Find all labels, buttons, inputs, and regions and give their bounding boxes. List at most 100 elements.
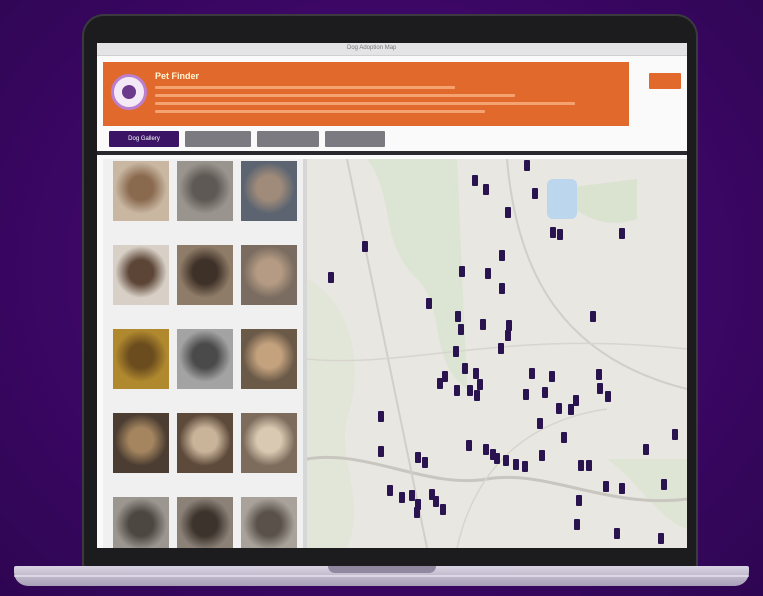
map-pin-icon[interactable]: [328, 272, 334, 283]
map-pin-icon[interactable]: [523, 389, 529, 400]
map-pin-icon[interactable]: [561, 432, 567, 443]
gallery-thumbnail[interactable]: [241, 329, 297, 399]
header-divider: [97, 151, 687, 155]
map-pin-icon[interactable]: [433, 496, 439, 507]
map-pin-icon[interactable]: [399, 492, 405, 503]
map-pin-icon[interactable]: [578, 460, 584, 471]
map-pin-icon[interactable]: [661, 479, 667, 490]
map-pin-icon[interactable]: [619, 483, 625, 494]
map-pin-icon[interactable]: [499, 250, 505, 261]
map-pin-icon[interactable]: [498, 343, 504, 354]
map-pin-icon[interactable]: [614, 528, 620, 539]
map-pin-icon[interactable]: [437, 378, 443, 389]
gallery-thumbnail[interactable]: [113, 497, 169, 548]
map-pin-icon[interactable]: [454, 385, 460, 396]
map-pin-icon[interactable]: [387, 485, 393, 496]
tab-bar: Dog Gallery: [103, 131, 683, 147]
map-pin-icon[interactable]: [513, 459, 519, 470]
map-pin-icon[interactable]: [362, 241, 368, 252]
app-banner: Pet Finder: [103, 62, 629, 126]
map-pin-icon[interactable]: [603, 481, 609, 492]
tab-3[interactable]: [257, 131, 319, 147]
map-pin-icon[interactable]: [414, 507, 420, 518]
map-pin-icon[interactable]: [467, 385, 473, 396]
map-pin-icon[interactable]: [453, 346, 459, 357]
gallery-thumbnail[interactable]: [241, 161, 297, 231]
gallery-thumbnail[interactable]: [177, 413, 233, 483]
map-pin-icon[interactable]: [499, 283, 505, 294]
gallery-thumbnail[interactable]: [241, 245, 297, 315]
map-pin-icon[interactable]: [415, 452, 421, 463]
map-pin-icon[interactable]: [483, 444, 489, 455]
banner-text-line: [155, 86, 455, 89]
map-pin-icon[interactable]: [590, 311, 596, 322]
gallery-thumbnail[interactable]: [113, 329, 169, 399]
map-pin-icon[interactable]: [378, 411, 384, 422]
map-pin-icon[interactable]: [532, 188, 538, 199]
map-pin-icon[interactable]: [494, 453, 500, 464]
map-pin-icon[interactable]: [422, 457, 428, 468]
map-pin-icon[interactable]: [658, 533, 664, 544]
gallery-thumbnail[interactable]: [177, 329, 233, 399]
map-pin-icon[interactable]: [539, 450, 545, 461]
map-pin-icon[interactable]: [505, 330, 511, 341]
map-pin-icon[interactable]: [672, 429, 678, 440]
map-pin-icon[interactable]: [483, 184, 489, 195]
dog-photo-icon: [241, 245, 297, 305]
map-pin-icon[interactable]: [485, 268, 491, 279]
map-pin-icon[interactable]: [605, 391, 611, 402]
map-pin-icon[interactable]: [378, 446, 384, 457]
map-pin-icon[interactable]: [480, 319, 486, 330]
gallery-thumbnail[interactable]: [241, 413, 297, 483]
map-pin-icon[interactable]: [537, 418, 543, 429]
map-pin-icon[interactable]: [474, 390, 480, 401]
map-pin-icon[interactable]: [458, 324, 464, 335]
tab-4[interactable]: [325, 131, 385, 147]
banner-text-line: [155, 94, 515, 97]
map-pin-icon[interactable]: [505, 207, 511, 218]
map-pin-icon[interactable]: [503, 455, 509, 466]
gallery-thumbnail[interactable]: [177, 497, 233, 548]
gallery-thumbnail[interactable]: [113, 245, 169, 315]
map-pin-icon[interactable]: [524, 160, 530, 171]
map-pin-icon[interactable]: [472, 175, 478, 186]
app-logo-icon[interactable]: [111, 74, 147, 110]
tab-2[interactable]: [185, 131, 251, 147]
map-pin-icon[interactable]: [550, 227, 556, 238]
map-pin-icon[interactable]: [556, 403, 562, 414]
map-pin-icon[interactable]: [596, 369, 602, 380]
dog-photo-icon: [177, 161, 233, 221]
map-pin-icon[interactable]: [459, 266, 465, 277]
map-pin-icon[interactable]: [477, 379, 483, 390]
gallery-thumbnail[interactable]: [113, 413, 169, 483]
thumbnail-caption: [113, 391, 169, 396]
map-pin-icon[interactable]: [574, 519, 580, 530]
map-pin-icon[interactable]: [466, 440, 472, 451]
map-pin-icon[interactable]: [576, 495, 582, 506]
map-pin-icon[interactable]: [473, 368, 479, 379]
map-pin-icon[interactable]: [549, 371, 555, 382]
map-pin-icon[interactable]: [462, 363, 468, 374]
dog-photo-icon: [241, 497, 297, 548]
map-pin-icon[interactable]: [597, 383, 603, 394]
gallery-thumbnail[interactable]: [113, 161, 169, 231]
map-pin-icon[interactable]: [542, 387, 548, 398]
map-pin-icon[interactable]: [643, 444, 649, 455]
gallery-thumbnail[interactable]: [177, 245, 233, 315]
map-pin-icon[interactable]: [529, 368, 535, 379]
banner-action-button[interactable]: [649, 73, 681, 89]
map-pin-icon[interactable]: [557, 229, 563, 240]
map-pin-icon[interactable]: [440, 504, 446, 515]
map-pin-icon[interactable]: [426, 298, 432, 309]
map-pin-icon[interactable]: [586, 460, 592, 471]
thumbnail-caption: [241, 223, 297, 228]
dog-photo-icon: [113, 161, 169, 221]
map-pin-icon[interactable]: [619, 228, 625, 239]
tab-dog-gallery[interactable]: Dog Gallery: [109, 131, 179, 147]
gallery-thumbnail[interactable]: [241, 497, 297, 548]
gallery-thumbnail[interactable]: [177, 161, 233, 231]
map-pin-icon[interactable]: [522, 461, 528, 472]
map-pin-icon[interactable]: [455, 311, 461, 322]
map-pin-icon[interactable]: [573, 395, 579, 406]
map-view[interactable]: [307, 159, 687, 548]
